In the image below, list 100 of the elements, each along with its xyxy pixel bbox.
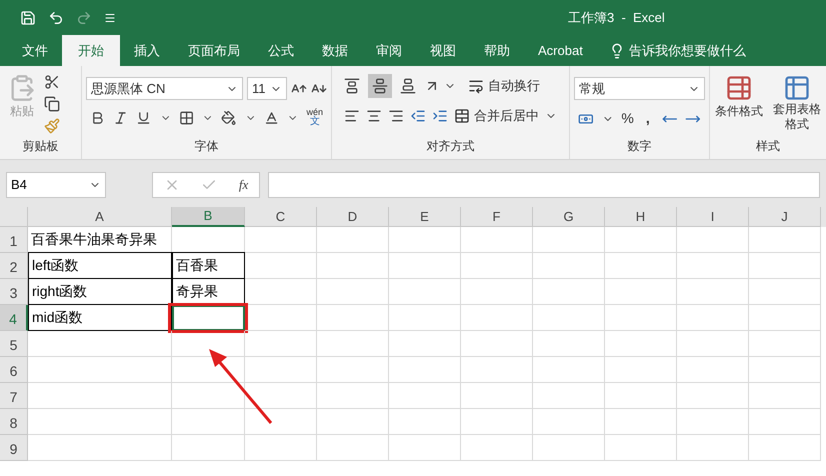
column-header[interactable]: F <box>461 207 533 227</box>
table-format-button[interactable]: 套用表格格式 <box>772 74 822 132</box>
table-cell[interactable] <box>533 383 605 409</box>
font-name-dropdown[interactable]: 思源黑体 CN <box>86 77 243 100</box>
insert-function-button[interactable]: fx <box>238 175 248 195</box>
table-cell[interactable] <box>245 305 317 331</box>
table-cell[interactable] <box>677 331 749 357</box>
table-cell[interactable]: right函数 <box>28 278 172 305</box>
row-header[interactable]: 6 <box>0 357 28 383</box>
merge-center-button[interactable]: 合并后居中 <box>454 106 539 126</box>
table-cell[interactable]: mid函数 <box>28 304 172 331</box>
decrease-indent-icon[interactable] <box>410 108 426 124</box>
table-cell[interactable]: 百香果牛油果奇异果 <box>28 227 172 253</box>
table-cell[interactable] <box>389 305 461 331</box>
row-header[interactable]: 3 <box>0 279 28 305</box>
percent-button[interactable]: % <box>621 108 634 129</box>
ribbon-tab[interactable]: 文件 <box>8 35 62 66</box>
table-cell[interactable] <box>533 435 605 461</box>
table-cell[interactable]: left函数 <box>28 252 172 279</box>
cut-icon[interactable] <box>44 74 60 90</box>
table-cell[interactable] <box>749 279 821 305</box>
table-cell[interactable] <box>605 409 677 435</box>
ribbon-tab[interactable]: 数据 <box>308 35 362 66</box>
column-header[interactable]: J <box>749 207 821 227</box>
ribbon-tab[interactable]: 帮助 <box>470 35 524 66</box>
table-cell[interactable] <box>389 279 461 305</box>
column-header[interactable]: E <box>389 207 461 227</box>
table-cell[interactable] <box>172 409 245 435</box>
table-cell[interactable] <box>533 409 605 435</box>
table-cell[interactable] <box>245 331 317 357</box>
table-cell[interactable] <box>461 383 533 409</box>
table-cell[interactable] <box>389 357 461 383</box>
italic-icon[interactable] <box>113 110 128 126</box>
ribbon-tab[interactable]: Acrobat <box>524 35 597 66</box>
table-cell[interactable] <box>317 383 389 409</box>
table-cell[interactable] <box>317 435 389 461</box>
table-cell[interactable] <box>28 409 172 435</box>
number-format-dropdown[interactable]: 常规 <box>574 77 705 100</box>
borders-icon[interactable] <box>178 110 194 126</box>
table-cell[interactable] <box>461 435 533 461</box>
table-cell[interactable] <box>28 383 172 409</box>
table-cell[interactable] <box>317 331 389 357</box>
table-cell[interactable] <box>533 331 605 357</box>
table-cell[interactable] <box>461 253 533 279</box>
bold-icon[interactable] <box>90 110 106 126</box>
table-cell[interactable] <box>461 305 533 331</box>
undo-icon[interactable] <box>48 10 64 26</box>
table-cell[interactable] <box>245 357 317 383</box>
table-cell[interactable] <box>461 279 533 305</box>
table-cell[interactable] <box>605 357 677 383</box>
table-cell[interactable] <box>245 253 317 279</box>
ribbon-tab[interactable]: 视图 <box>416 35 470 66</box>
table-cell[interactable] <box>245 383 317 409</box>
table-cell[interactable] <box>677 305 749 331</box>
table-cell[interactable] <box>172 383 245 409</box>
underline-icon[interactable] <box>136 110 152 126</box>
ribbon-tab[interactable]: 页面布局 <box>174 35 254 66</box>
table-cell[interactable] <box>389 409 461 435</box>
table-cell[interactable] <box>317 279 389 305</box>
column-header[interactable]: G <box>533 207 605 227</box>
table-cell[interactable] <box>677 435 749 461</box>
table-cell[interactable] <box>461 409 533 435</box>
ribbon-tab[interactable]: 审阅 <box>362 35 416 66</box>
ribbon-tab[interactable]: 插入 <box>120 35 174 66</box>
vertical-align-button[interactable] <box>368 74 392 98</box>
table-cell[interactable] <box>605 305 677 331</box>
table-cell[interactable] <box>28 357 172 383</box>
table-cell[interactable] <box>317 253 389 279</box>
table-cell[interactable] <box>749 357 821 383</box>
table-cell[interactable] <box>605 331 677 357</box>
wrap-text-button[interactable]: 自动换行 <box>468 76 540 96</box>
table-cell[interactable] <box>677 383 749 409</box>
table-cell[interactable] <box>245 435 317 461</box>
save-icon[interactable] <box>20 10 36 26</box>
table-cell[interactable] <box>749 383 821 409</box>
formula-input[interactable] <box>268 172 820 198</box>
column-header[interactable]: I <box>677 207 749 227</box>
font-size-dropdown[interactable]: 11 <box>247 77 287 100</box>
phonetic-button[interactable]: wén 文 <box>306 108 324 127</box>
table-cell[interactable] <box>749 305 821 331</box>
table-cell[interactable] <box>533 279 605 305</box>
table-cell[interactable] <box>605 279 677 305</box>
customize-toolbar-icon[interactable] <box>104 12 116 24</box>
table-cell[interactable] <box>677 357 749 383</box>
table-cell[interactable] <box>245 409 317 435</box>
table-cell[interactable] <box>749 409 821 435</box>
table-cell[interactable] <box>533 357 605 383</box>
table-cell[interactable] <box>749 435 821 461</box>
name-box[interactable]: B4 <box>6 172 106 198</box>
column-header[interactable]: H <box>605 207 677 227</box>
table-cell[interactable] <box>317 409 389 435</box>
table-cell[interactable] <box>317 357 389 383</box>
format-painter-icon[interactable] <box>44 118 60 134</box>
table-cell[interactable] <box>677 409 749 435</box>
table-cell[interactable] <box>389 383 461 409</box>
column-header[interactable]: B <box>172 207 245 227</box>
table-cell[interactable] <box>461 357 533 383</box>
table-cell[interactable] <box>28 435 172 461</box>
table-cell[interactable] <box>677 227 749 253</box>
align-left-icon[interactable] <box>344 108 360 124</box>
